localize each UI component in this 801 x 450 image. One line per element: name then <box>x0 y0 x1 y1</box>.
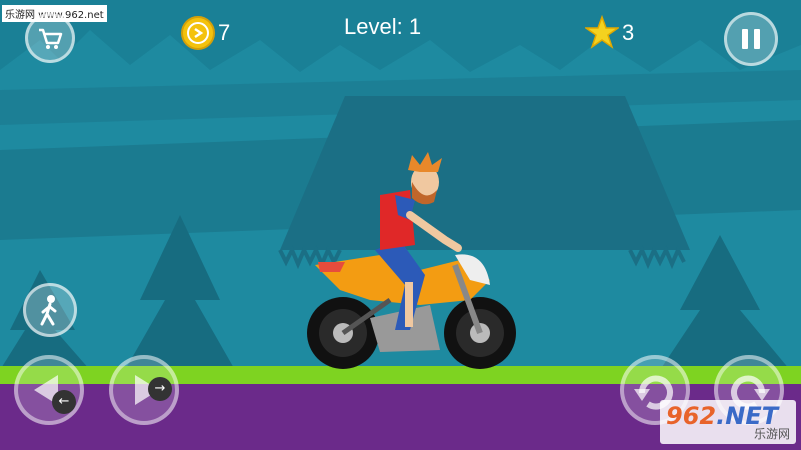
logo-subtext: 乐游网 <box>753 427 790 441</box>
shop-button[interactable] <box>25 13 75 63</box>
pause-icon <box>742 29 760 49</box>
level-indicator: Level: 1 <box>344 14 422 39</box>
cart-icon <box>39 28 63 49</box>
coin-count: 7 <box>218 20 231 45</box>
star-count: 3 <box>622 20 635 45</box>
star-icon <box>585 15 619 49</box>
gas-arrow-label: → <box>148 377 172 401</box>
brake-arrow-label: ← <box>52 390 76 414</box>
distant-rock <box>280 96 690 250</box>
site-logo: 962.NET 乐游网 <box>660 400 796 444</box>
pause-button[interactable] <box>724 12 778 66</box>
coin-icon <box>181 16 215 50</box>
dismount-button[interactable] <box>23 283 77 337</box>
brake-button[interactable] <box>14 355 84 425</box>
walking-person-icon <box>40 295 57 326</box>
